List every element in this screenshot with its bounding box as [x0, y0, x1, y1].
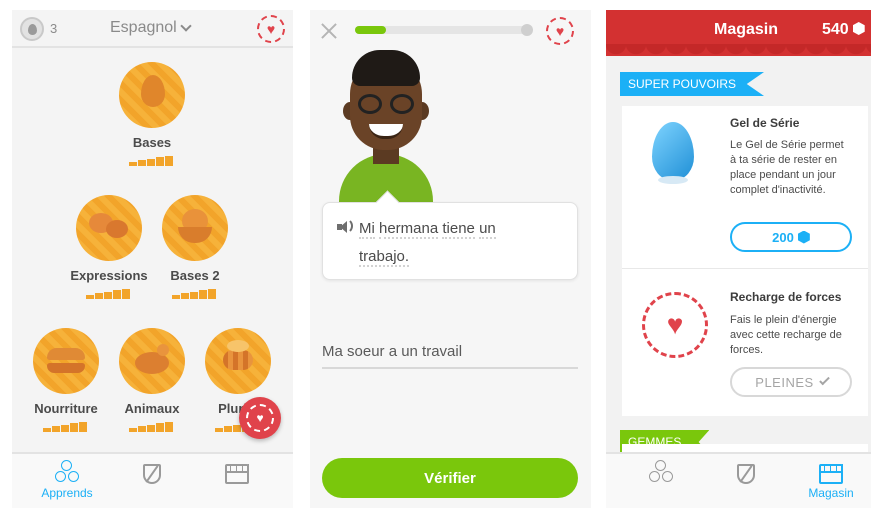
language-selector[interactable]: Espagnol	[110, 19, 177, 37]
prompt-word[interactable]: un	[479, 220, 496, 239]
learn-header: 3 Espagnol ♥	[12, 10, 293, 48]
item-title: Recharge de forces	[730, 290, 842, 304]
price-label: 200	[772, 229, 794, 245]
app-showcase: 3 Espagnol ♥ Bases Expressions Bases 2 N…	[0, 0, 877, 508]
health-button[interactable]: ♥	[257, 15, 285, 43]
bird-icon	[119, 328, 185, 394]
shop-icon	[819, 464, 843, 484]
prompt-sentence: Mi hermana tiene un trabajo.	[359, 215, 539, 271]
progress-fill	[355, 26, 386, 34]
lesson-screen: ♥ Mi hermana tiene un trabajo. Ma soeur …	[310, 10, 591, 508]
health-button[interactable]: ♥	[546, 17, 574, 45]
gem-icon	[852, 22, 865, 35]
tab-label: Magasin	[808, 486, 854, 500]
item-description: Fais le plein d'énergie avec cette recha…	[730, 314, 842, 356]
verify-button[interactable]: Vérifier	[322, 458, 578, 498]
shop-title: Magasin	[714, 21, 779, 38]
status-label: PLEINES	[755, 374, 814, 390]
streak-count: 3	[50, 21, 58, 36]
learn-icon	[52, 460, 82, 484]
prompt-bubble: Mi hermana tiene un trabajo.	[322, 202, 578, 280]
skill-bases[interactable]: Bases	[107, 62, 197, 166]
skill-badge	[119, 62, 185, 128]
heart-icon: ♥	[642, 292, 708, 358]
skill-expressions[interactable]: Expressions	[64, 195, 154, 299]
tab-shop[interactable]: Magasin	[791, 460, 871, 500]
prompt-word[interactable]: Mi	[359, 220, 375, 239]
prompt-word[interactable]: trabajo.	[359, 248, 410, 267]
shop-icon	[225, 464, 249, 484]
shop-screen: Magasin 540 SUPER POUVOIRS Gel de Série …	[606, 10, 871, 508]
skill-label: Bases	[132, 135, 172, 150]
refill-status-button[interactable]: PLEINES	[730, 367, 852, 397]
learn-screen: 3 Espagnol ♥ Bases Expressions Bases 2 N…	[12, 10, 293, 508]
shield-icon	[143, 464, 161, 484]
speech-bubbles-icon	[76, 195, 142, 261]
skill-animaux[interactable]: Animaux	[107, 328, 197, 432]
skill-strength-bars	[86, 289, 132, 299]
flame-icon[interactable]	[20, 17, 44, 41]
section-powerups: SUPER POUVOIRS	[620, 72, 765, 96]
learn-icon	[646, 460, 676, 484]
skill-label: Nourriture	[34, 401, 98, 416]
skill-label: Expressions	[70, 268, 148, 283]
skill-strength-bars	[129, 156, 175, 166]
streak-freeze-icon	[646, 118, 700, 186]
prompt-word[interactable]: hermana	[379, 220, 439, 239]
item-title: Gel de Série	[730, 116, 800, 130]
item-description: Le Gel de Série permet à ta série de res…	[730, 139, 844, 196]
answer-input[interactable]: Ma soeur a un travail	[322, 343, 578, 369]
chick-icon	[162, 195, 228, 261]
heart-icon: ♥	[555, 23, 565, 39]
skill-label: Animaux	[124, 401, 180, 416]
heart-icon: ♥	[246, 404, 274, 432]
close-icon[interactable]	[320, 22, 338, 40]
skill-strength-bars	[43, 422, 89, 432]
tab-leagues[interactable]	[112, 460, 192, 484]
buy-streak-freeze-button[interactable]: 200	[730, 222, 852, 252]
tab-learn[interactable]: Apprends	[27, 460, 107, 500]
bee-icon	[205, 328, 271, 394]
check-icon	[818, 374, 830, 386]
tab-learn[interactable]	[621, 460, 701, 484]
egg-icon	[141, 75, 165, 107]
heart-icon: ♥	[266, 21, 276, 37]
skill-bases-2[interactable]: Bases 2	[150, 195, 240, 299]
skill-nourriture[interactable]: Nourriture	[21, 328, 111, 432]
gem-icon	[797, 230, 810, 244]
skill-label: Bases 2	[170, 268, 220, 283]
tab-bar: Apprends	[12, 452, 293, 508]
lesson-progress-bar	[355, 26, 527, 34]
skill-strength-bars	[129, 422, 175, 432]
prompt-word[interactable]: tiene	[442, 220, 475, 239]
tab-leagues[interactable]	[706, 460, 786, 484]
skill-strength-bars	[172, 289, 218, 299]
gem-balance: 540	[822, 21, 865, 39]
health-fab[interactable]: ♥	[239, 397, 281, 439]
progress-end-marker	[521, 24, 533, 36]
burger-icon	[33, 328, 99, 394]
tab-label: Apprends	[41, 486, 93, 500]
chevron-down-icon[interactable]	[180, 20, 192, 32]
tab-shop[interactable]	[197, 460, 277, 484]
shield-icon	[737, 464, 755, 484]
tab-bar: Magasin	[606, 452, 871, 508]
